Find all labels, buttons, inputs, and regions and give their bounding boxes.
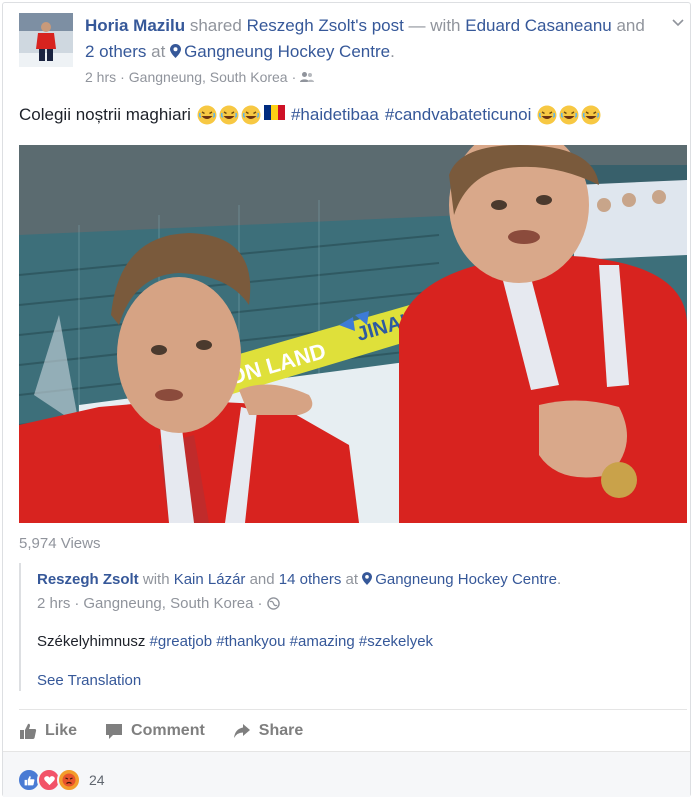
with-text: with xyxy=(138,571,174,588)
at-text: at xyxy=(341,571,363,588)
timestamp[interactable]: 2 hrs xyxy=(37,595,70,612)
like-label: Like xyxy=(45,722,78,739)
meta-separator-2: · xyxy=(291,69,297,85)
romania-flag-icon xyxy=(263,105,285,120)
reaction-count[interactable]: 24 xyxy=(89,772,105,788)
period: . xyxy=(390,42,395,61)
hashtags-link[interactable]: #greatjob #thankyou #amazing #szekelyek xyxy=(150,633,434,650)
and-text: and xyxy=(245,571,279,588)
laughing-emoji-icon xyxy=(581,105,601,125)
shared-text-start: Székelyhimnusz xyxy=(37,633,150,650)
shared-author-link[interactable]: Reszegh Zsolt xyxy=(37,571,139,588)
reactions-bar: 24 xyxy=(3,751,690,797)
location-text[interactable]: Gangneung, South Korea xyxy=(129,69,288,85)
timestamp[interactable]: 2 hrs xyxy=(85,69,116,85)
view-count: 5,974 Views xyxy=(19,535,101,552)
chevron-down-icon[interactable] xyxy=(671,15,685,29)
post-caption: Colegii noștrii maghiari #haidetibaa #ca… xyxy=(19,105,601,125)
shared-from-link[interactable]: Reszegh Zsolt's post xyxy=(247,16,404,35)
shared-post-text: Székelyhimnusz #greatjob #thankyou #amaz… xyxy=(37,633,433,650)
comment-button[interactable]: Comment xyxy=(105,719,205,743)
action-divider xyxy=(19,709,687,710)
and-text: and xyxy=(611,16,645,35)
with-text: — with xyxy=(403,16,466,35)
laughing-emoji-icon xyxy=(219,105,239,125)
shared-post-header: Reszegh Zsolt with Kain Lázár and 14 oth… xyxy=(37,571,561,588)
meta-separator: · xyxy=(74,595,80,612)
laughing-emoji-icon xyxy=(559,105,579,125)
post-meta: 2 hrs · Gangneung, South Korea · xyxy=(85,69,315,85)
laughing-emoji-icon xyxy=(537,105,557,125)
at-text: at xyxy=(146,42,171,61)
reaction-summary[interactable]: 24 xyxy=(17,768,105,792)
shared-text: shared xyxy=(185,16,247,35)
location-text[interactable]: Gangneung, South Korea xyxy=(83,595,253,612)
share-label: Share xyxy=(258,722,304,739)
share-arrow-icon xyxy=(233,724,250,738)
post-header: Horia Mazilu shared Reszegh Zsolt's post… xyxy=(85,13,645,65)
location-pin-icon xyxy=(362,572,373,585)
place-name: Gangneung Hockey Centre xyxy=(375,571,557,588)
shared-post: Reszegh Zsolt with Kain Lázár and 14 oth… xyxy=(19,563,689,691)
place-name: Gangneung Hockey Centre xyxy=(184,42,391,61)
angry-reaction-icon xyxy=(57,768,81,792)
hashtag-link[interactable]: #candvabateticunoi xyxy=(385,105,532,125)
audience-public-icon[interactable] xyxy=(266,597,280,610)
share-button[interactable]: Share xyxy=(233,719,303,743)
place-link[interactable]: Gangneung Hockey Centre xyxy=(362,571,557,588)
comment-icon xyxy=(106,724,123,739)
comment-label: Comment xyxy=(131,722,205,739)
meta-separator-2: · xyxy=(257,595,263,612)
tagged-person-link[interactable]: Kain Lázár xyxy=(174,571,246,588)
laughing-emoji-icon xyxy=(241,105,261,125)
caption-text: Colegii noștrii maghiari xyxy=(19,105,191,124)
author-name[interactable]: Horia Mazilu xyxy=(85,16,185,35)
meta-separator: · xyxy=(120,69,125,85)
others-link[interactable]: 2 others xyxy=(85,42,146,61)
action-bar: Like Comment Share xyxy=(19,719,303,743)
hashtag-link[interactable]: #haidetibaa xyxy=(291,105,379,125)
period: . xyxy=(556,571,562,588)
others-link[interactable]: 14 others xyxy=(279,571,342,588)
location-pin-icon xyxy=(170,44,182,58)
avatar[interactable] xyxy=(19,13,73,67)
place-link[interactable]: Gangneung Hockey Centre xyxy=(170,42,390,61)
laughing-emoji-icon xyxy=(197,105,217,125)
see-translation-link[interactable]: See Translation xyxy=(37,672,141,689)
tagged-person-link[interactable]: Eduard Casaneanu xyxy=(465,16,612,35)
thumbs-up-icon xyxy=(20,723,37,739)
shared-post-meta: 2 hrs · Gangneung, South Korea · xyxy=(37,595,280,612)
post-video[interactable]: ON LAND JINAIR xyxy=(19,145,687,523)
post-card: Horia Mazilu shared Reszegh Zsolt's post… xyxy=(2,2,691,797)
audience-friends-icon[interactable] xyxy=(300,71,315,83)
like-button[interactable]: Like xyxy=(19,719,77,743)
